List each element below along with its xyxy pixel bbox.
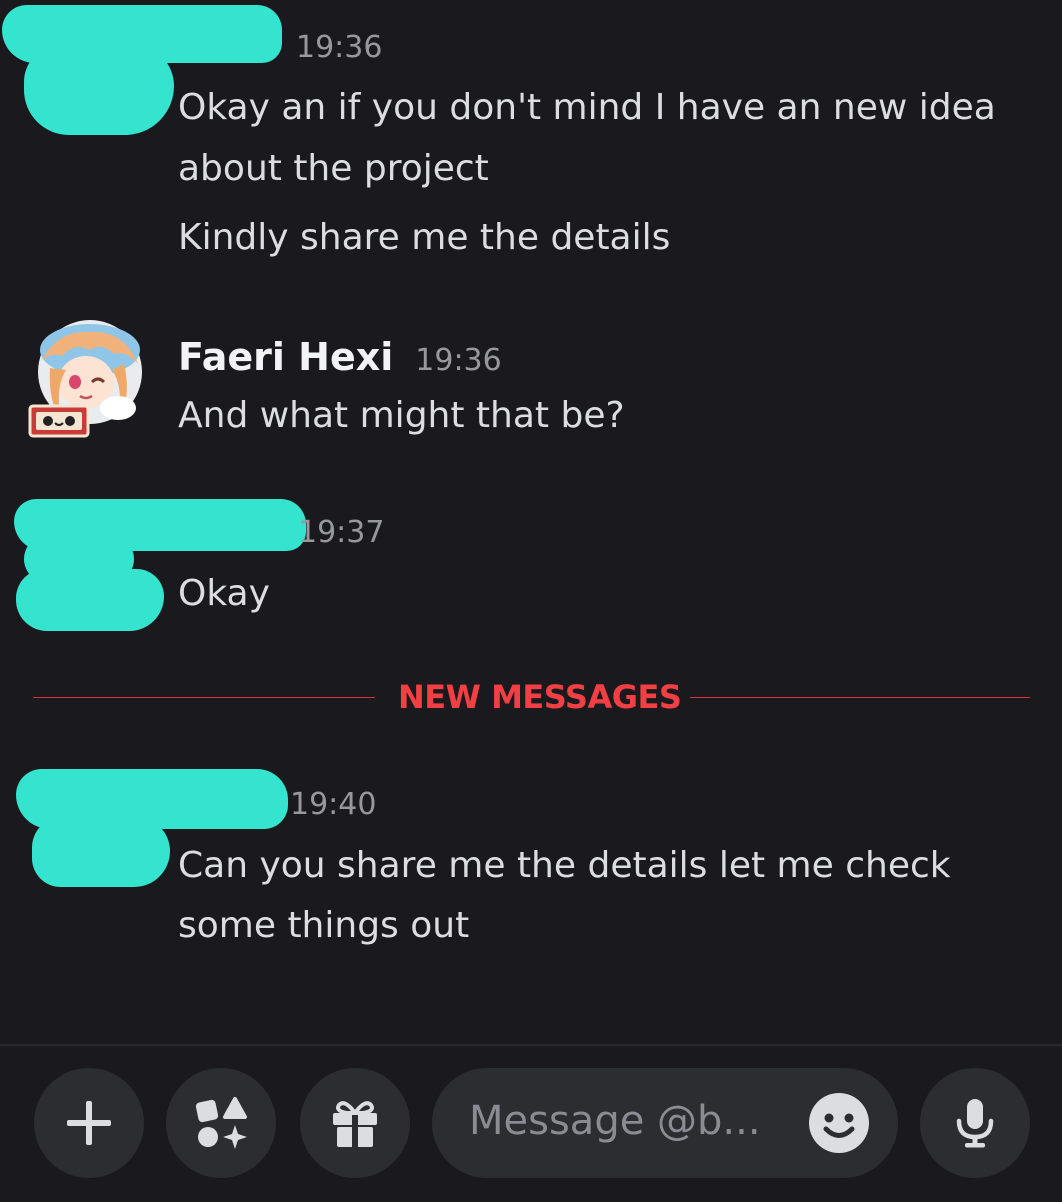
avatar-redacted[interactable] [2,5,282,135]
apps-button[interactable] [166,1068,276,1178]
message-text: Can you share me the details let me chec… [178,845,951,886]
message-timestamp: 19:36 [415,343,502,378]
message-header: Faeri Hexi 19:36 [178,335,502,379]
message-text: Okay an if you don't mind I have an new … [178,87,996,128]
message-input[interactable]: Message @b... [432,1068,898,1178]
divider-line-right [690,697,1030,698]
message-timestamp: 19:37 [298,515,385,550]
message-author[interactable]: Faeri Hexi [178,335,393,379]
message-timestamp: 19:36 [296,30,383,65]
avatar[interactable] [28,320,152,444]
redaction-mark [24,45,174,135]
emoji-icon [809,1093,869,1153]
new-messages-divider: NEW MESSAGES [0,670,1062,724]
message-text: Okay [178,573,270,614]
avatar-image [28,320,142,438]
message-group: Faeri Hexi 19:36 And what might that be? [0,315,1062,455]
plus-icon [67,1101,111,1145]
message-header: 19:40 [178,787,376,822]
message-group: 19:36 Okay an if you don't mind I have a… [0,0,1062,280]
message-group: 19:37 Okay [0,495,1062,640]
microphone-icon [956,1099,994,1148]
message-text: about the project [178,148,489,189]
message-timestamp: 19:40 [290,787,377,822]
message-group: 19:40 Can you share me the details let m… [0,765,1062,965]
gift-icon [333,1101,377,1147]
message-text: some things out [178,905,470,946]
avatar-redacted[interactable] [16,765,288,895]
apps-icon [195,1097,247,1149]
message-header: 19:36 [178,30,382,65]
redaction-mark [32,817,170,887]
gift-button[interactable] [300,1068,410,1178]
divider-line-left [33,697,375,698]
add-attachment-button[interactable] [34,1068,144,1178]
message-text: And what might that be? [178,395,625,436]
message-text: Kindly share me the details [178,217,671,258]
message-input-placeholder: Message @b... [469,1098,761,1144]
voice-message-button[interactable] [920,1068,1030,1178]
avatar-redacted[interactable] [14,495,306,631]
message-header: 19:37 [178,515,384,550]
redaction-mark [16,569,164,631]
message-list: 19:36 Okay an if you don't mind I have a… [0,0,1062,1045]
emoji-button[interactable] [808,1092,870,1154]
new-messages-label: NEW MESSAGES [398,678,682,716]
